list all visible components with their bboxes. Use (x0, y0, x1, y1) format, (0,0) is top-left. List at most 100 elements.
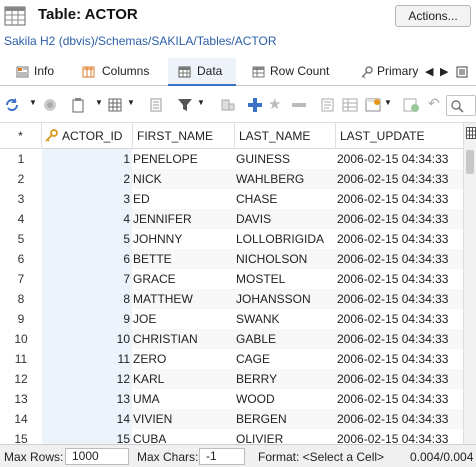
tab-list-icon[interactable] (456, 66, 468, 78)
row-number[interactable]: 7 (0, 269, 42, 289)
row-number[interactable]: 11 (0, 349, 42, 369)
actor-id-cell[interactable]: 6 (42, 249, 132, 269)
actor-id-cell[interactable]: 8 (42, 289, 132, 309)
last-update-cell[interactable]: 2006-02-15 04:34:33 (337, 369, 463, 389)
actions-button[interactable]: Actions... (395, 5, 471, 27)
last-update-cell[interactable]: 2006-02-15 04:34:33 (337, 249, 463, 269)
last-update-cell[interactable]: 2006-02-15 04:34:33 (337, 189, 463, 209)
table-row[interactable]: 12 12 KARL BERRY 2006-02-15 04:34:33 (0, 369, 463, 389)
table-row[interactable]: 14 14 VIVIEN BERGEN 2006-02-15 04:34:33 (0, 409, 463, 429)
tab-data[interactable]: Data (168, 58, 236, 86)
form-view-icon[interactable] (148, 97, 164, 113)
last-update-cell[interactable]: 2006-02-15 04:34:33 (337, 389, 463, 409)
refresh-icon[interactable] (4, 97, 20, 113)
last-update-cell[interactable]: 2006-02-15 04:34:33 (337, 289, 463, 309)
row-number[interactable]: 9 (0, 309, 42, 329)
last-name-cell[interactable]: MOSTEL (236, 269, 336, 289)
last-update-cell[interactable]: 2006-02-15 04:34:33 (337, 149, 463, 169)
actor-id-cell[interactable]: 1 (42, 149, 132, 169)
actor-id-cell[interactable]: 3 (42, 189, 132, 209)
last-name-cell[interactable]: LOLLOBRIGIDA (236, 229, 336, 249)
row-number[interactable]: 15 (0, 429, 42, 444)
add-row-icon[interactable] (247, 97, 263, 113)
grid-view-dropdown-icon[interactable]: ▼ (127, 98, 135, 107)
last-update-cell[interactable]: 2006-02-15 04:34:33 (337, 409, 463, 429)
commit-dropdown-icon[interactable]: ▼ (384, 98, 392, 107)
table-row[interactable]: 3 3 ED CHASE 2006-02-15 04:34:33 (0, 189, 463, 209)
row-number[interactable]: 6 (0, 249, 42, 269)
export-dropdown-icon[interactable]: ▼ (95, 98, 103, 107)
first-name-cell[interactable]: CUBA (133, 429, 233, 444)
max-chars-input[interactable]: -1 (199, 448, 245, 465)
actor-id-cell[interactable]: 5 (42, 229, 132, 249)
actor-id-cell[interactable]: 4 (42, 209, 132, 229)
first-name-cell[interactable]: ED (133, 189, 233, 209)
table-row[interactable]: 7 7 GRACE MOSTEL 2006-02-15 04:34:33 (0, 269, 463, 289)
tab-row-count[interactable]: Row Count (250, 58, 336, 86)
first-name-cell[interactable]: KARL (133, 369, 233, 389)
actor-id-cell[interactable]: 15 (42, 429, 132, 444)
last-name-cell[interactable]: NICHOLSON (236, 249, 336, 269)
table-row[interactable]: 11 11 ZERO CAGE 2006-02-15 04:34:33 (0, 349, 463, 369)
table-row[interactable]: 2 2 NICK WAHLBERG 2006-02-15 04:34:33 (0, 169, 463, 189)
column-header-last-update[interactable]: LAST_UPDATE (336, 123, 463, 149)
last-name-cell[interactable]: GUINESS (236, 149, 336, 169)
first-name-cell[interactable]: NICK (133, 169, 233, 189)
commit-icon[interactable] (365, 97, 381, 113)
row-selector-header[interactable]: * (0, 123, 42, 149)
row-number[interactable]: 13 (0, 389, 42, 409)
tab-primary[interactable]: Primary (358, 58, 422, 86)
first-name-cell[interactable]: JOHNNY (133, 229, 233, 249)
table-row[interactable]: 13 13 UMA WOOD 2006-02-15 04:34:33 (0, 389, 463, 409)
breadcrumb[interactable]: Sakila H2 (dbvis)/Schemas/SAKILA/Tables/… (4, 34, 277, 48)
last-update-cell[interactable]: 2006-02-15 04:34:33 (337, 229, 463, 249)
last-name-cell[interactable]: SWANK (236, 309, 336, 329)
last-name-cell[interactable]: CHASE (236, 189, 336, 209)
max-rows-input[interactable]: 1000 (65, 448, 129, 465)
actor-id-cell[interactable]: 2 (42, 169, 132, 189)
column-header-first-name[interactable]: FIRST_NAME (133, 123, 235, 149)
row-number[interactable]: 14 (0, 409, 42, 429)
row-number[interactable]: 2 (0, 169, 42, 189)
actor-id-cell[interactable]: 10 (42, 329, 132, 349)
first-name-cell[interactable]: VIVIEN (133, 409, 233, 429)
last-name-cell[interactable]: JOHANSSON (236, 289, 336, 309)
data-grid[interactable]: * ACTOR_ID FIRST_NAME LAST_NAME LAST_UPD… (0, 123, 463, 444)
actor-id-cell[interactable]: 14 (42, 409, 132, 429)
actor-id-cell[interactable]: 12 (42, 369, 132, 389)
row-number[interactable]: 3 (0, 189, 42, 209)
column-header-last-name[interactable]: LAST_NAME (235, 123, 336, 149)
last-name-cell[interactable]: BERGEN (236, 409, 336, 429)
last-update-cell[interactable]: 2006-02-15 04:34:33 (337, 169, 463, 189)
column-header-actor-id[interactable]: ACTOR_ID (42, 123, 133, 149)
tab-scroll-left-icon[interactable]: ◀ (425, 65, 433, 78)
last-update-cell[interactable]: 2006-02-15 04:34:33 (337, 269, 463, 289)
last-name-cell[interactable]: OLIVIER (236, 429, 336, 444)
last-update-cell[interactable]: 2006-02-15 04:34:33 (337, 349, 463, 369)
search-input[interactable] (446, 95, 476, 116)
last-name-cell[interactable]: BERRY (236, 369, 336, 389)
grid-view-icon[interactable] (107, 97, 123, 113)
scrollbar-thumb[interactable] (466, 150, 474, 174)
actor-id-cell[interactable]: 11 (42, 349, 132, 369)
export-icon[interactable] (70, 97, 86, 113)
last-name-cell[interactable]: WOOD (236, 389, 336, 409)
tab-scroll-right-icon[interactable]: ▶ (440, 65, 448, 78)
first-name-cell[interactable]: JENNIFER (133, 209, 233, 229)
tab-columns[interactable]: Columns (80, 58, 160, 86)
row-number[interactable]: 10 (0, 329, 42, 349)
refresh-dropdown-icon[interactable]: ▼ (29, 98, 37, 107)
row-number[interactable]: 12 (0, 369, 42, 389)
table-row[interactable]: 9 9 JOE SWANK 2006-02-15 04:34:33 (0, 309, 463, 329)
last-name-cell[interactable]: GABLE (236, 329, 336, 349)
first-name-cell[interactable]: BETTE (133, 249, 233, 269)
actor-id-cell[interactable]: 7 (42, 269, 132, 289)
first-name-cell[interactable]: GRACE (133, 269, 233, 289)
row-number[interactable]: 1 (0, 149, 42, 169)
last-update-cell[interactable]: 2006-02-15 04:34:33 (337, 329, 463, 349)
table-row[interactable]: 1 1 PENELOPE GUINESS 2006-02-15 04:34:33 (0, 149, 463, 169)
last-name-cell[interactable]: CAGE (236, 349, 336, 369)
last-name-cell[interactable]: DAVIS (236, 209, 336, 229)
last-update-cell[interactable]: 2006-02-15 04:34:33 (337, 429, 463, 444)
table-row[interactable]: 6 6 BETTE NICHOLSON 2006-02-15 04:34:33 (0, 249, 463, 269)
